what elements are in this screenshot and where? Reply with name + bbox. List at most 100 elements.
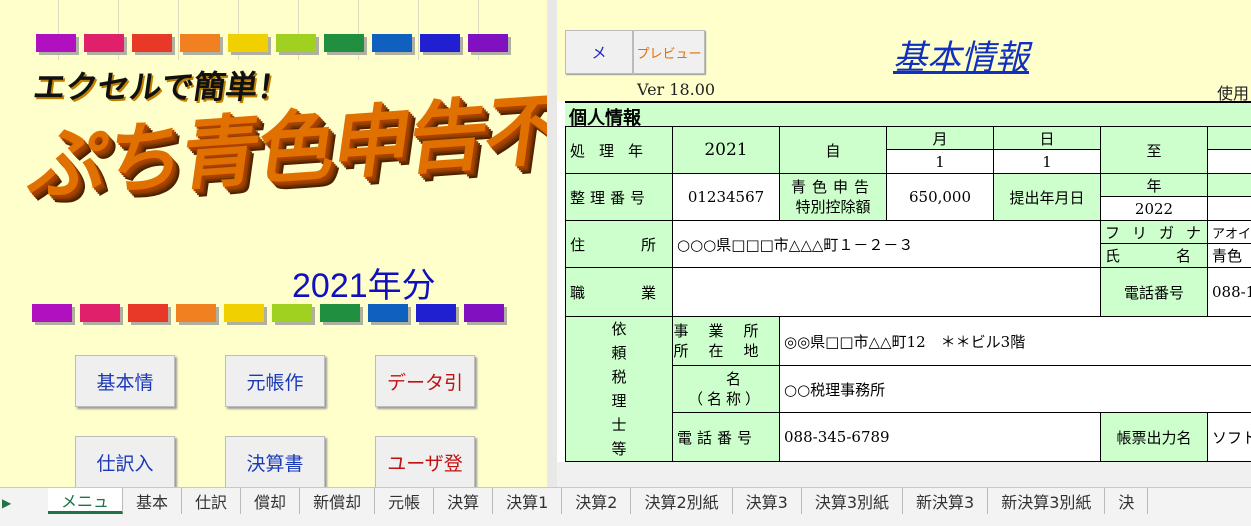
kessansho-button[interactable]: 決算書 [225,436,325,487]
label-text: 住所 [570,235,656,254]
day-value[interactable]: 1 [993,149,1101,174]
furigana-label: フリガナ [1100,220,1208,244]
button-label: ユーザ登 [387,452,463,475]
label-text: 整理番号 [570,188,651,207]
year-label: 2021年分 [292,267,436,305]
button-label: プレビュー [636,46,702,62]
motocho-button[interactable]: 元帳作 [225,355,325,407]
label-text: 事業所 [673,322,779,340]
seiri-bango-label: 整理番号 [565,173,673,221]
rainbow-swatch [464,304,504,322]
sheet-tab[interactable]: 元帳 [375,488,435,514]
rainbow-swatch [224,304,264,322]
kihon-joho-button[interactable]: 基本情 [75,355,175,407]
jimusho-address-value[interactable]: ◎◎県□□市△△町12 ＊＊ビル3階 [779,316,1251,366]
shimei-label: 氏名 [1100,243,1208,268]
button-label: 仕訳入 [96,452,154,475]
label-char: 理 [611,392,627,410]
seiri-bango-value[interactable]: 01234567 [672,173,780,221]
sheet-tab[interactable]: メニュ [48,488,124,514]
button-label: 基本情 [96,371,154,394]
jusho-value[interactable]: ○○○県□□□市△△△町１－２－３ [672,220,1101,268]
sheet-tab[interactable]: 決算3 [733,488,802,514]
label-text: 氏名 [1105,247,1191,265]
tax-phone-label: 電話番号 [672,412,780,462]
preview-button[interactable]: プレビュー [633,30,705,74]
sheet-tab[interactable]: 決算 [434,488,494,514]
shimei-value[interactable]: 青色 [1207,243,1251,268]
sheet-tab[interactable]: 新決算3 [903,488,989,514]
rainbow-swatch [368,304,408,322]
sheet-tab[interactable]: 新償却 [300,488,376,514]
shiwake-button[interactable]: 仕訳入 [75,436,175,487]
rainbow-swatch [180,34,220,52]
shori-nen-value[interactable]: 2021 [672,126,780,174]
label-char: 依 [611,320,627,338]
nen-label: 年 [1100,173,1208,197]
sheet-tab[interactable]: 決算1 [493,488,563,514]
month-label: 月 [886,126,994,150]
jimusho-label: 事業所 所在地 [672,316,780,366]
rainbow-swatch [32,304,72,322]
sheet-pane: メ プレビュー 基本情報 Ver 18.00 使用 個人情報 処理年 2021 … [557,0,1251,487]
label-text: 特別控除額 [795,198,871,216]
sheet-tab[interactable]: 決算2 [562,488,632,514]
pane-splitter[interactable] [547,0,557,487]
teishutsu-month-value[interactable] [1207,196,1251,221]
to-month-value[interactable] [1207,149,1251,174]
rainbow-swatch [228,34,268,52]
to-month-label [1207,126,1251,150]
sheet-tab[interactable]: 新決算3別紙 [988,488,1106,514]
rainbow-swatch [320,304,360,322]
sheet-tab[interactable]: 決算2別紙 [631,488,733,514]
version-label: Ver 18.00 [637,80,716,99]
label-char: 税 [611,368,627,386]
menu-pane: エクセルで簡単！ ぷち青色申告不動産 2021年分 基本情 元帳作 データ引 仕… [0,0,548,487]
page-title: 基本情報 [893,38,1029,78]
menu-button[interactable]: メ [565,30,633,74]
teishutsu-year-value[interactable]: 2022 [1100,196,1208,221]
rainbow-swatch [132,34,172,52]
sheet-tab[interactable]: 決 [1105,488,1149,514]
rainbow-swatch [84,34,124,52]
section-header: 個人情報 [565,101,1251,129]
meisho-label: 氏名 （名称） [672,365,780,413]
rainbow-swatch [468,34,508,52]
label-text: 電話番号 [677,428,758,447]
button-label: データ引 [386,371,463,394]
label-text: 処理年 [570,141,658,160]
data-import-button[interactable]: データ引 [375,355,475,407]
rainbow-swatch [36,34,76,52]
sheet-tab[interactable]: 償却 [241,488,301,514]
chohyo-value[interactable]: ソフト [1207,412,1251,462]
itaru-label: 至 [1100,126,1208,174]
sheet-tab[interactable]: 決算3別紙 [802,488,904,514]
tax-phone-value[interactable]: 088-345-6789 [779,412,1101,462]
rainbow-swatch [176,304,216,322]
tax-office-value[interactable]: ○○税理事務所 [779,365,1251,413]
rainbow-bar-bottom [32,304,504,322]
ji-label: 自 [779,126,887,174]
shokugyo-value[interactable] [672,267,1101,317]
denwa-value[interactable]: 088-1 [1207,267,1251,317]
label-char: 等 [611,440,627,458]
user-register-button[interactable]: ユーザ登 [375,436,475,487]
shori-nen-label: 処理年 [565,126,673,174]
label-text: 職業 [570,283,656,302]
sheet-tab-bar: ▶ メニュ 基本 仕訳 償却 新償却 元帳 決算 決算1 決算2 決算2別紙 決算3 決算3別紙 新決算… [0,487,1251,526]
teishutsu-month-label [1207,173,1251,197]
kojo-value[interactable]: 650,000 [886,173,994,221]
tab-scroll-right-icon[interactable]: ▶ [2,496,11,510]
rainbow-swatch [272,304,312,322]
label-text: フリガナ [1105,223,1208,242]
furigana-value[interactable]: アオイロ [1207,220,1251,244]
sheet-tab[interactable]: 基本 [123,488,183,514]
month-value[interactable]: 1 [886,149,994,174]
rainbow-swatch [372,34,412,52]
sheet-bottom-area [557,462,1251,487]
label-text: （名称） [687,390,764,408]
day-label: 日 [993,126,1101,150]
kojo-label: 青色申告 特別控除額 [779,173,887,221]
sheet-tab[interactable]: 仕訳 [182,488,242,514]
denwa-label: 電話番号 [1100,267,1208,317]
